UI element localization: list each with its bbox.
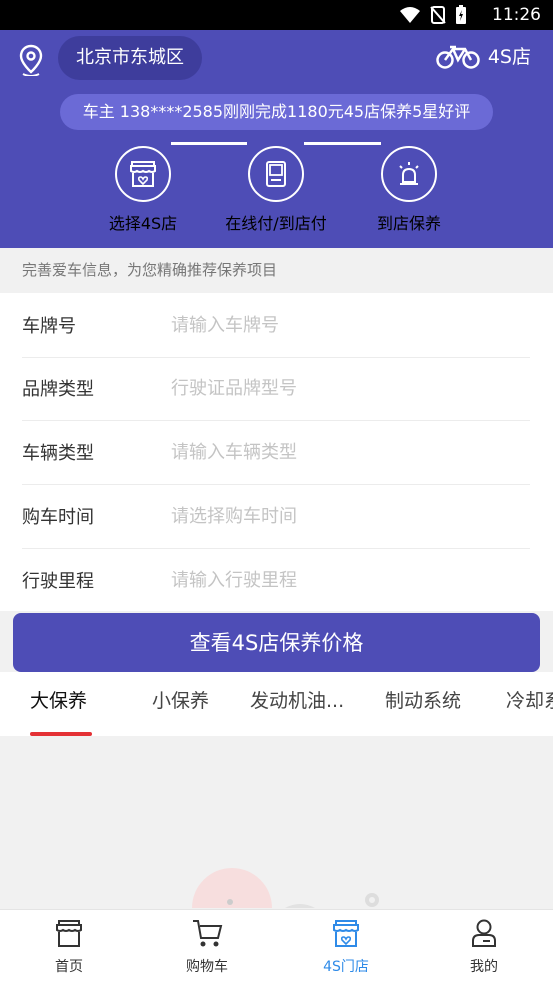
brand-type-row: 品牌类型	[22, 356, 530, 421]
location-pin-icon[interactable]	[17, 44, 45, 76]
step-circle	[248, 146, 304, 202]
step-circle	[115, 146, 171, 202]
step-label: 在线付/到店付	[225, 214, 327, 233]
step-connector	[304, 142, 381, 145]
vehicle-type-input[interactable]	[169, 440, 503, 464]
active-tab-indicator	[30, 732, 92, 736]
field-label: 车牌号	[22, 316, 76, 337]
nav-label: 我的	[470, 959, 498, 975]
nav-label: 首页	[55, 959, 83, 975]
wifi-icon	[400, 7, 420, 23]
tab-cooling-system[interactable]: 冷却系统	[506, 686, 553, 713]
shop-label: 4S店	[487, 46, 531, 68]
maintenance-tabs: 大保养 小保养 发动机油... 制动系统 冷却系统	[0, 672, 553, 736]
step-maintenance: 到店保养	[339, 146, 479, 234]
store-heart-icon	[333, 920, 359, 947]
home-store-icon	[56, 920, 82, 947]
field-label: 行驶里程	[22, 571, 94, 592]
tab-engine-oil[interactable]: 发动机油...	[250, 686, 344, 713]
step-label: 选择4S店	[108, 214, 178, 233]
step-select-store: 选择4S店	[73, 146, 213, 234]
tab-minor-service[interactable]: 小保养	[152, 686, 209, 713]
loading-illustration	[192, 868, 379, 908]
mileage-row: 行驶里程	[22, 548, 530, 612]
status-icons	[399, 5, 467, 25]
bottom-navigation: 首页 购物车 4S门店 我的	[0, 909, 553, 984]
cart-icon	[193, 920, 223, 947]
brand-type-input[interactable]	[169, 376, 503, 400]
info-tip: 完善爱车信息，为您精确推荐保养项目	[0, 248, 553, 293]
no-sim-icon	[430, 6, 446, 24]
vehicle-type-row: 车辆类型	[22, 420, 530, 485]
bicycle-icon	[436, 45, 480, 69]
plate-number-row: 车牌号	[22, 293, 530, 358]
pos-terminal-icon	[266, 161, 286, 187]
user-icon	[472, 919, 496, 947]
purchase-date-input[interactable]	[169, 504, 503, 528]
store-icon	[130, 161, 156, 187]
step-payment: 在线付/到店付	[206, 146, 346, 234]
step-circle	[381, 146, 437, 202]
alarm-light-icon	[399, 162, 419, 185]
status-time: 11:26	[492, 5, 541, 25]
field-label: 车辆类型	[22, 443, 94, 464]
tab-brake-system[interactable]: 制动系统	[385, 686, 461, 713]
field-label: 品牌类型	[22, 379, 94, 400]
status-bar: 11:26	[0, 0, 553, 30]
view-price-button[interactable]: 查看4S店保养价格	[13, 613, 540, 672]
nav-home[interactable]: 首页	[0, 918, 138, 976]
city-selector[interactable]: 北京市东城区	[58, 36, 202, 80]
mileage-input[interactable]	[169, 568, 503, 592]
purchase-date-row: 购车时间	[22, 484, 530, 549]
battery-icon	[456, 5, 466, 24]
step-connector	[171, 142, 247, 145]
tab-major-service[interactable]: 大保养	[30, 686, 87, 713]
nav-label: 4S门店	[323, 959, 369, 975]
field-label: 购车时间	[22, 507, 94, 528]
vehicle-info-form: 车牌号 品牌类型 车辆类型 购车时间 行驶里程	[0, 293, 553, 611]
nav-profile[interactable]: 我的	[415, 918, 553, 976]
nav-label: 购物车	[186, 959, 228, 975]
nav-4s-store[interactable]: 4S门店	[277, 918, 415, 976]
plate-number-input[interactable]	[169, 313, 503, 337]
nav-cart[interactable]: 购物车	[138, 918, 276, 976]
shop-switch[interactable]: 4S店	[436, 42, 531, 69]
review-notice: 车主 138****2585刚刚完成1180元45店保养5星好评	[60, 94, 493, 130]
step-label: 到店保养	[376, 214, 441, 233]
